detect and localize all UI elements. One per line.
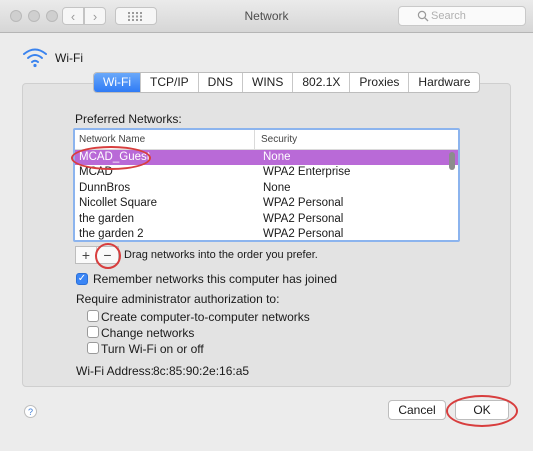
- network-security: WPA2 Personal: [263, 212, 344, 225]
- table-row[interactable]: the garden 2 WPA2 Personal: [75, 227, 458, 240]
- wifi-address-value: 8c:85:90:2e:16:a5: [153, 364, 250, 378]
- create-networks-checkbox[interactable]: [87, 310, 99, 322]
- network-name: MCAD: [79, 166, 113, 179]
- network-security: WPA2 Personal: [263, 197, 344, 210]
- network-name: the garden 2: [79, 227, 144, 240]
- titlebar: ‹ › Network Search: [0, 0, 533, 33]
- search-input[interactable]: Search: [398, 6, 526, 26]
- turn-wifi-label: Turn Wi-Fi on or off: [101, 342, 204, 356]
- search-icon: [417, 10, 429, 22]
- table-row[interactable]: MCAD_Guest None: [75, 150, 458, 166]
- network-name: Nicollet Square: [79, 197, 157, 210]
- table-row[interactable]: the garden WPA2 Personal: [75, 212, 458, 227]
- network-security: WPA2 Personal: [263, 227, 344, 240]
- add-remove-control: + −: [75, 246, 119, 264]
- column-network-name[interactable]: Network Name: [75, 130, 255, 149]
- table-row[interactable]: DunnBros None: [75, 181, 458, 196]
- table-header: Network Name Security: [75, 130, 458, 150]
- column-security[interactable]: Security: [255, 130, 297, 149]
- network-security: None: [263, 151, 291, 163]
- table-row[interactable]: Nicollet Square WPA2 Personal: [75, 196, 458, 211]
- scrollbar-thumb[interactable]: [449, 152, 455, 170]
- ok-button[interactable]: OK: [455, 400, 509, 420]
- network-window: ‹ › Network Search Wi-Fi Wi-Fi TCP/IP DN…: [0, 0, 533, 451]
- wifi-address-label: Wi-Fi Address:: [76, 364, 155, 378]
- drag-hint: Drag networks into the order you prefer.: [124, 249, 318, 261]
- create-networks-label: Create computer-to-computer networks: [101, 310, 310, 324]
- tab-wifi[interactable]: Wi-Fi: [94, 73, 141, 92]
- tab-wins[interactable]: WINS: [243, 73, 294, 92]
- network-security: WPA2 Enterprise: [263, 166, 351, 179]
- interface-label: Wi-Fi: [55, 51, 83, 65]
- network-security: None: [263, 181, 291, 194]
- turn-wifi-checkbox[interactable]: [87, 342, 99, 354]
- tab-proxies[interactable]: Proxies: [350, 73, 410, 92]
- change-networks-checkbox[interactable]: [87, 326, 99, 338]
- table-row[interactable]: MCAD WPA2 Enterprise: [75, 165, 458, 180]
- remove-network-button[interactable]: −: [97, 247, 118, 263]
- tab-dns[interactable]: DNS: [199, 73, 243, 92]
- wifi-icon: [23, 48, 47, 68]
- network-name: DunnBros: [79, 181, 131, 194]
- add-network-button[interactable]: +: [76, 247, 98, 263]
- preferred-networks-table[interactable]: Network Name Security MCAD_Guest None MC…: [73, 128, 460, 242]
- help-button[interactable]: ?: [24, 405, 37, 418]
- preferred-networks-label: Preferred Networks:: [75, 112, 182, 126]
- change-networks-label: Change networks: [101, 326, 195, 340]
- search-placeholder: Search: [431, 10, 466, 22]
- remember-networks-checkbox[interactable]: ✓: [76, 273, 88, 285]
- cancel-button[interactable]: Cancel: [388, 400, 446, 420]
- tab-bar: Wi-Fi TCP/IP DNS WINS 802.1X Proxies Har…: [93, 72, 481, 93]
- tab-8021x[interactable]: 802.1X: [293, 73, 351, 92]
- admin-auth-label: Require administrator authorization to:: [76, 292, 280, 306]
- tab-hardware[interactable]: Hardware: [409, 73, 479, 92]
- remember-networks-label: Remember networks this computer has join…: [93, 272, 338, 286]
- network-name: MCAD_Guest: [79, 151, 150, 163]
- tab-tcpip[interactable]: TCP/IP: [141, 73, 199, 92]
- network-name: the garden: [79, 212, 134, 225]
